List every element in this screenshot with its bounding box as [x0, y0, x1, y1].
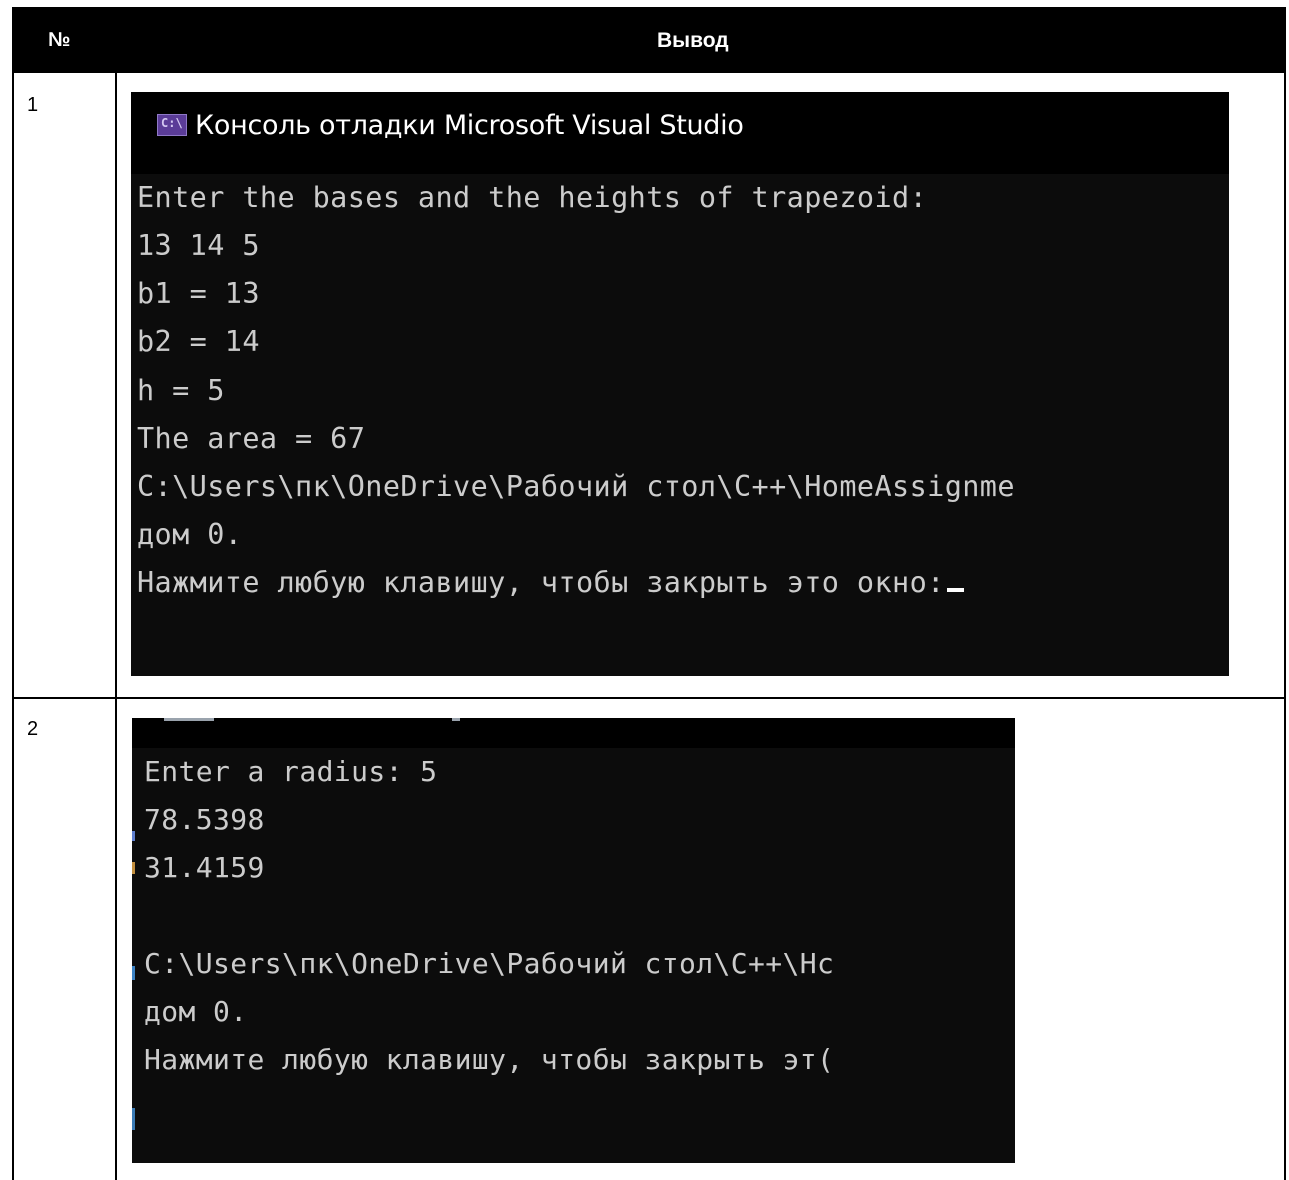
console-line: дом 0. [137, 518, 243, 551]
editor-gutter-mark [132, 1108, 135, 1130]
console-line: 31.4159 [144, 851, 265, 884]
table-border-right [1284, 7, 1286, 1180]
console-line: The area = 67 [137, 422, 366, 455]
table-border-left [12, 7, 14, 1180]
row-divider [12, 697, 1286, 699]
console-line: Enter the bases and the heights of trape… [137, 181, 928, 214]
console-line: дом 0. [144, 995, 248, 1028]
console-prompt-line: Нажмите любую клавишу, чтобы закрыть это… [137, 566, 964, 599]
console-prompt-text: Нажмите любую клавишу, чтобы закрыть это… [137, 566, 945, 599]
console-line: C:\Users\пк\OneDrive\Рабочий стол\C++\Hc [144, 947, 835, 980]
titlebar-fragment [452, 718, 460, 721]
column-header-output: Вывод [657, 29, 729, 52]
editor-gutter-mark [132, 862, 135, 874]
console-window-2: Enter a radius: 5 78.5398 31.4159 C:\Use… [132, 718, 1015, 1163]
console-line: C:\Users\пк\OneDrive\Рабочий стол\C++\Ho… [137, 470, 1015, 503]
console-titlebar-cropped [132, 718, 1015, 748]
console-window-1: C:\ Консоль отладки Microsoft Visual Stu… [131, 92, 1229, 676]
console-line: Нажмите любую клавишу, чтобы закрыть эт( [144, 1043, 835, 1076]
console-line: 78.5398 [144, 803, 265, 836]
row-number-1: 1 [27, 94, 39, 116]
console-line: b2 = 14 [137, 325, 260, 358]
console-titlebar: C:\ Консоль отладки Microsoft Visual Stu… [131, 92, 1229, 174]
row-number-2: 2 [27, 718, 39, 740]
console-line: b1 = 13 [137, 277, 260, 310]
table-header: № Вывод [12, 7, 1286, 73]
console-line: 13 14 5 [137, 229, 260, 262]
console-line: Enter a radius: 5 [144, 755, 438, 788]
editor-gutter-mark [132, 966, 135, 980]
console-title: Консоль отладки Microsoft Visual Studio [195, 110, 744, 141]
column-divider [115, 73, 117, 1180]
console-line: h = 5 [137, 374, 225, 407]
column-header-number: № [48, 29, 71, 51]
text-cursor [946, 588, 964, 592]
console-app-icon: C:\ [157, 114, 187, 136]
titlebar-fragment [164, 718, 214, 721]
editor-gutter-mark [132, 831, 135, 841]
